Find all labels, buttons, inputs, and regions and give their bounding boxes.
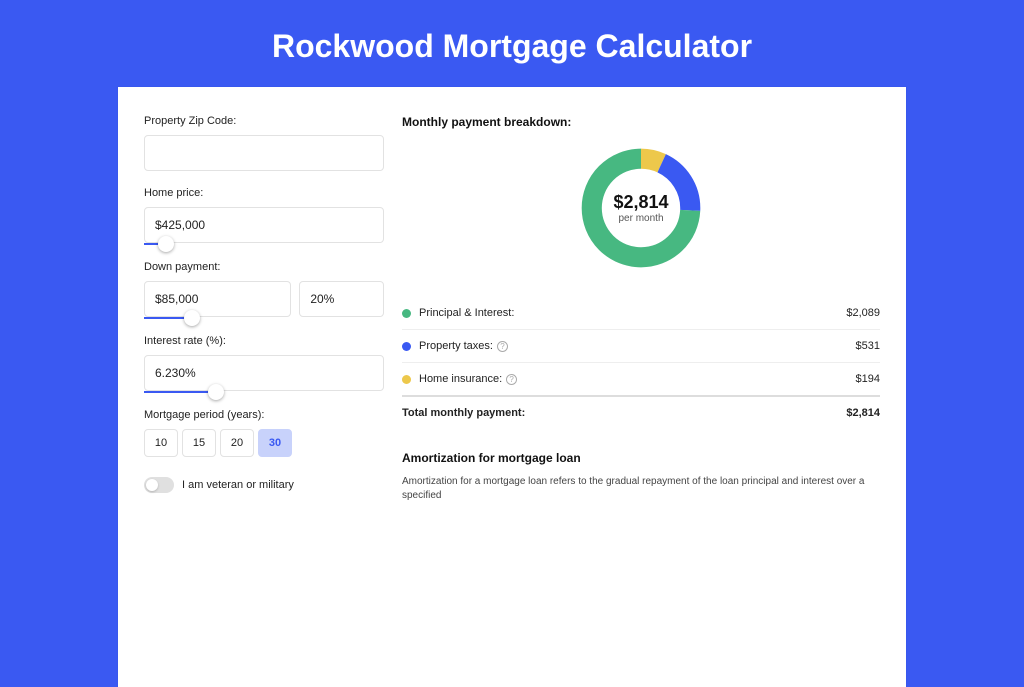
legend-label: Home insurance: ? [419, 373, 856, 385]
veteran-toggle-row: I am veteran or military [144, 477, 384, 493]
legend: Principal & Interest:$2,089Property taxe… [402, 297, 880, 429]
legend-row: Principal & Interest:$2,089 [402, 297, 880, 329]
legend-dot-icon [402, 375, 411, 384]
slider-thumb[interactable] [184, 310, 200, 326]
home-price-field: Home price: [144, 187, 384, 245]
slider-fill [144, 391, 216, 393]
legend-label: Property taxes: ? [419, 340, 856, 352]
down-payment-label: Down payment: [144, 261, 384, 273]
amortization-title: Amortization for mortgage loan [402, 451, 880, 465]
legend-value: $2,089 [846, 307, 880, 319]
veteran-toggle-label: I am veteran or military [182, 479, 294, 491]
breakdown-title: Monthly payment breakdown: [402, 115, 880, 129]
down-payment-amount-input[interactable] [144, 281, 291, 317]
slider-thumb[interactable] [208, 384, 224, 400]
home-price-slider[interactable] [144, 243, 384, 245]
legend-dot-icon [402, 342, 411, 351]
donut-center: $2,814 per month [576, 143, 706, 273]
period-button-group: 10152030 [144, 429, 384, 457]
calculator-card: Property Zip Code: Home price: Down paym… [118, 87, 906, 687]
input-column: Property Zip Code: Home price: Down paym… [144, 115, 384, 659]
down-payment-pct-input[interactable] [299, 281, 384, 317]
donut-chart-wrap: $2,814 per month [402, 143, 880, 273]
legend-total-value: $2,814 [846, 407, 880, 419]
donut-chart: $2,814 per month [576, 143, 706, 273]
period-button-30[interactable]: 30 [258, 429, 292, 457]
mortgage-period-field: Mortgage period (years): 10152030 [144, 409, 384, 457]
interest-rate-slider[interactable] [144, 391, 384, 393]
info-icon[interactable]: ? [497, 341, 508, 352]
page-title: Rockwood Mortgage Calculator [0, 0, 1024, 87]
slider-thumb[interactable] [158, 236, 174, 252]
period-button-20[interactable]: 20 [220, 429, 254, 457]
legend-dot-icon [402, 309, 411, 318]
veteran-toggle[interactable] [144, 477, 174, 493]
legend-value: $531 [856, 340, 880, 352]
mortgage-period-label: Mortgage period (years): [144, 409, 384, 421]
zip-input[interactable] [144, 135, 384, 171]
legend-row: Property taxes: ?$531 [402, 329, 880, 362]
interest-rate-field: Interest rate (%): [144, 335, 384, 393]
legend-total-label: Total monthly payment: [402, 407, 846, 419]
interest-rate-input[interactable] [144, 355, 384, 391]
home-price-label: Home price: [144, 187, 384, 199]
period-button-10[interactable]: 10 [144, 429, 178, 457]
donut-sub: per month [618, 213, 663, 224]
info-icon[interactable]: ? [506, 374, 517, 385]
down-payment-field: Down payment: [144, 261, 384, 319]
zip-label: Property Zip Code: [144, 115, 384, 127]
legend-row: Home insurance: ?$194 [402, 362, 880, 395]
legend-value: $194 [856, 373, 880, 385]
zip-field: Property Zip Code: [144, 115, 384, 171]
breakdown-column: Monthly payment breakdown: $2,814 per mo… [402, 115, 880, 659]
amortization-text: Amortization for a mortgage loan refers … [402, 475, 880, 503]
legend-label: Principal & Interest: [419, 307, 846, 319]
legend-total-row: Total monthly payment:$2,814 [402, 395, 880, 429]
down-payment-slider[interactable] [144, 317, 384, 319]
interest-rate-label: Interest rate (%): [144, 335, 384, 347]
home-price-input[interactable] [144, 207, 384, 243]
period-button-15[interactable]: 15 [182, 429, 216, 457]
donut-amount: $2,814 [613, 192, 668, 213]
